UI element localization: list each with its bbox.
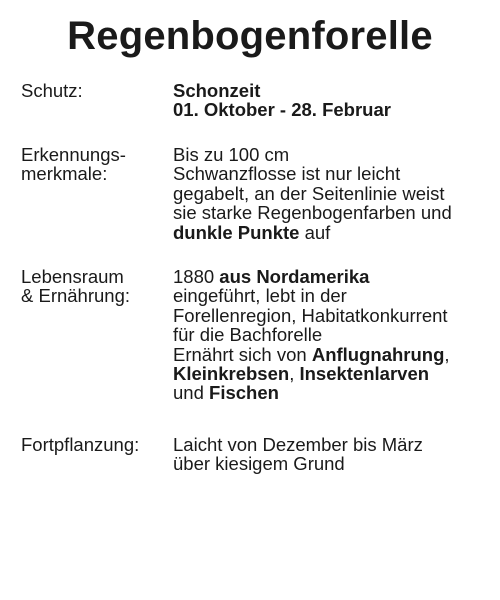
text-run: Bis zu 100 cm [173,144,290,165]
text-line: und Fischen [173,383,493,402]
text-run: über kiesigem Grund [173,453,345,475]
page-title: Regenbogenforelle [67,14,433,58]
text-line: sie starke Regenbogenfarben und [173,203,493,222]
text-run: eingeführt, lebt in der [173,285,347,307]
text-line: über kiesigem Grund [173,454,493,473]
label-line: & Ernährung: [21,285,131,307]
text-line: Ernährt sich von Anflugnahrung, [173,343,493,365]
lebensraum-value: 1880 aus Nordamerika eingeführt, lebt in… [173,267,493,403]
text-run: Ernährt sich von [173,343,312,365]
schutz-value: Schonzeit 01. Oktober - 28. Februar [173,81,493,120]
label-line: merkmale: [21,163,108,185]
text-line: Laicht von Dezember bis März [173,435,493,454]
text-run: auf [299,221,331,243]
text-run: , [444,343,450,365]
fortpflanzung-label: Fortpflanzung: [21,434,140,455]
erkennungsmerkmale-label: Erkennungs- merkmale: [21,145,171,184]
lebensraum-label: Lebensraum & Ernährung: [21,267,171,306]
text-run: Schwanzflosse ist nur leicht [173,163,401,185]
schutz-label: Schutz: [21,80,83,101]
text-line: dunkle Punkte auf [173,221,493,243]
text-run: sie starke Regenbogenfarben und [173,202,452,224]
label-line: Erkennungs- [21,144,126,165]
text-run: 1880 [173,266,220,287]
text-run: für die Bachforelle [173,324,323,346]
label-line: Lebensraum [21,266,124,287]
text-run: , [289,363,300,385]
text-line: Kleinkrebsen, Insektenlarven [173,364,493,383]
text-line: 1880 aus Nordamerika [173,267,493,286]
text-run: und [173,382,210,404]
schonzeit-text: Schonzeit [173,80,261,101]
fortpflanzung-value: Laicht von Dezember bis März über kiesig… [173,435,493,474]
schutz-line: Schonzeit [173,81,493,100]
erkennungsmerkmale-value: Bis zu 100 cm Schwanzflosse ist nur leic… [173,145,493,242]
bold-run: Kleinkrebsen [173,363,290,385]
text-run: gegabelt, an der Seitenlinie weist [173,182,445,204]
text-line: Bis zu 100 cm [173,145,493,164]
text-line: Forellenregion, Habitatkonkurrent [173,306,493,325]
bold-run: Anflugnahrung [311,343,445,365]
schutz-line: 01. Oktober - 28. Februar [173,100,493,119]
bold-run: aus Nordamerika [219,266,370,287]
bold-run: Insektenlarven [299,363,430,385]
text-line: für die Bachforelle [173,325,493,344]
bold-run: dunkle Punkte [173,221,300,243]
text-line: eingeführt, lebt in der [173,286,493,305]
bold-run: Fischen [209,382,279,404]
schonzeit-dates: 01. Oktober - 28. Februar [173,99,391,121]
text-line: Schwanzflosse ist nur leicht [173,164,493,183]
text-run: Laicht von Dezember bis März [173,434,423,455]
text-run: Forellenregion, Habitatkonkurrent [173,304,448,326]
text-line: gegabelt, an der Seitenlinie weist [173,184,493,203]
